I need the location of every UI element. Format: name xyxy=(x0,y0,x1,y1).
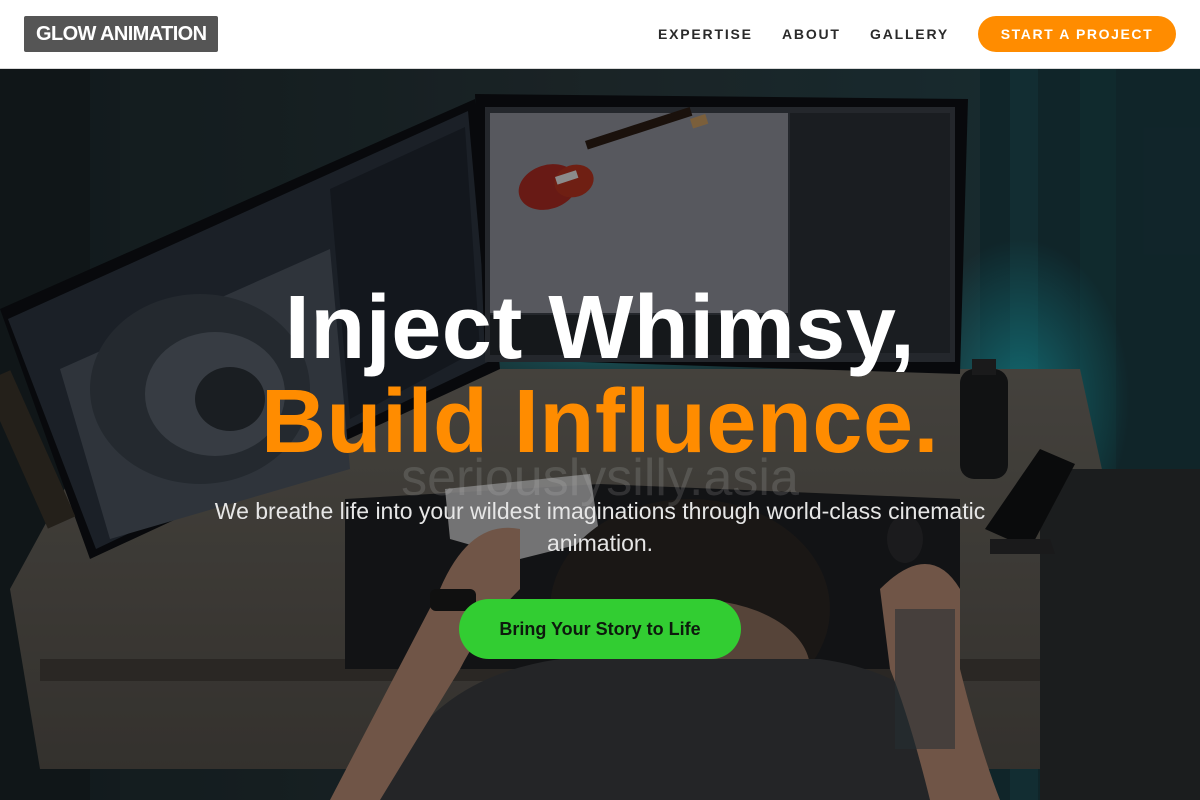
logo[interactable]: GLOW ANIMATION xyxy=(24,16,219,52)
bring-story-to-life-button[interactable]: Bring Your Story to Life xyxy=(459,599,741,659)
site-header: GLOW ANIMATION EXPERTISE ABOUT GALLERY S… xyxy=(0,0,1200,69)
hero-subtext: We breathe life into your wildest imagin… xyxy=(214,498,986,556)
nav-link-gallery[interactable]: GALLERY xyxy=(870,24,949,44)
start-project-button[interactable]: START A PROJECT xyxy=(978,16,1176,52)
hero-headline-line1: Inject Whimsy, xyxy=(284,278,916,378)
nav-link-about[interactable]: ABOUT xyxy=(782,24,841,44)
hero-headline-line2: Build Influence. xyxy=(260,372,940,472)
nav-link-expertise[interactable]: EXPERTISE xyxy=(658,24,753,44)
